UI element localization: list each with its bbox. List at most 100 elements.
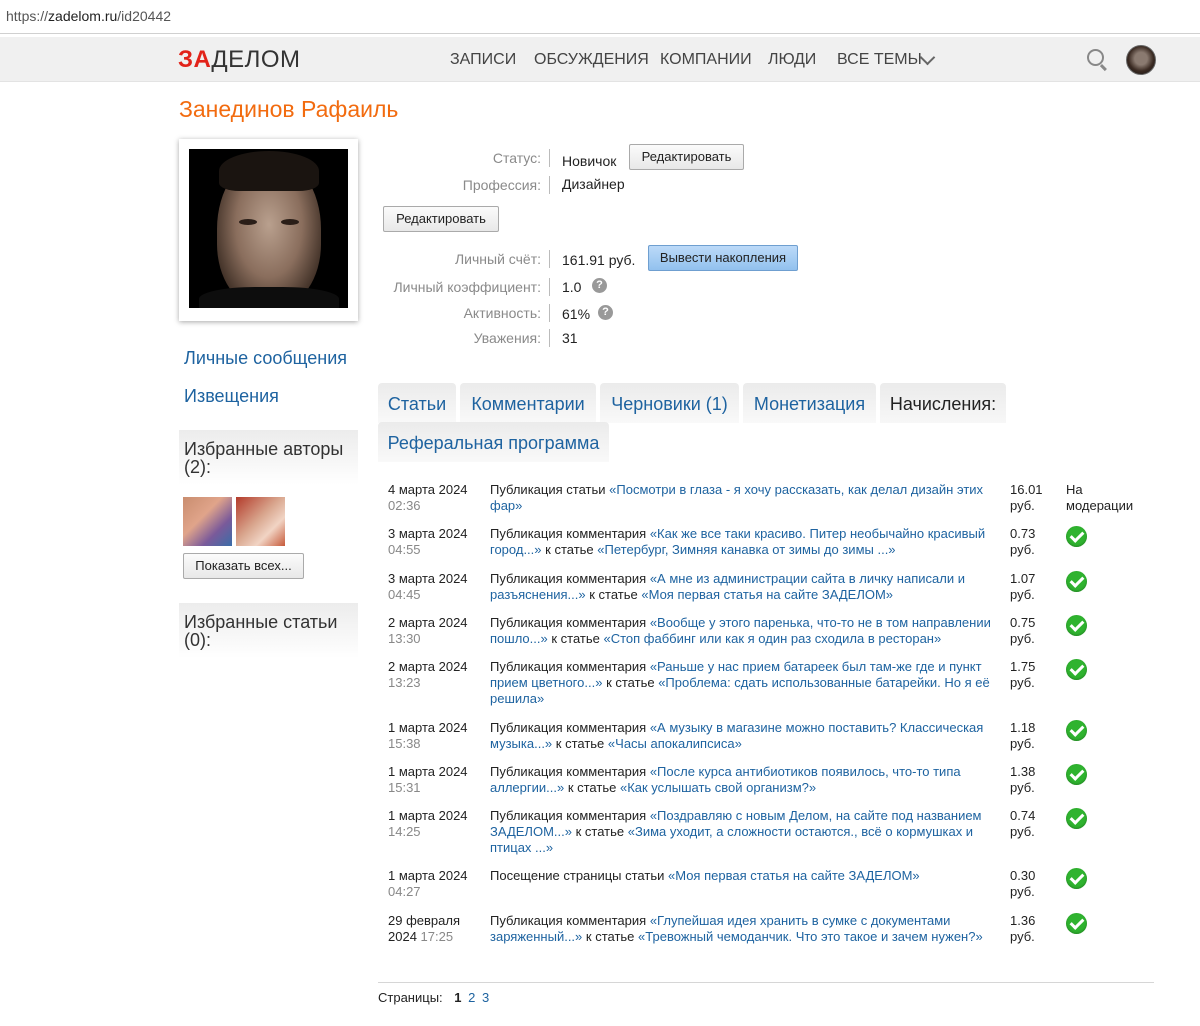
help-icon[interactable]: ? <box>598 305 613 320</box>
row-type: Публикация комментария <box>490 571 647 586</box>
row-date: 2 марта 2024 <box>388 659 468 674</box>
row-mid: к статье <box>545 542 594 557</box>
row-type: Публикация комментария <box>490 808 647 823</box>
row-mid: к статье <box>551 631 600 646</box>
help-icon[interactable]: ? <box>592 278 607 293</box>
check-icon <box>1066 571 1087 592</box>
profession-link[interactable]: Дизайнер <box>562 176 625 192</box>
check-icon <box>1066 659 1087 680</box>
row-article-link[interactable]: «Тревожный чемоданчик. Что это такое и з… <box>638 929 983 944</box>
row-type: Публикация статьи <box>490 482 606 497</box>
row-amount: 0.75 <box>1010 615 1036 630</box>
tab-drafts[interactable]: Черновики (1) <box>600 383 739 423</box>
row-time: 04:27 <box>388 884 421 899</box>
status-label: Статус: <box>383 149 550 167</box>
withdraw-button[interactable]: Вывести накопления <box>648 245 798 271</box>
site-logo[interactable]: ЗАДЕЛОМ <box>178 46 301 74</box>
row-time: 04:55 <box>388 542 421 557</box>
row-unit: руб. <box>1010 587 1035 602</box>
row-amount: 1.07 <box>1010 571 1036 586</box>
nav-item-companies[interactable]: КОМПАНИИ <box>660 51 752 69</box>
author-avatar[interactable] <box>236 497 285 546</box>
check-icon <box>1066 808 1087 829</box>
row-amount: 1.75 <box>1010 659 1036 674</box>
row-time: 17:25 <box>420 929 454 944</box>
row-type: Публикация комментария <box>490 913 647 928</box>
url-text[interactable]: https://zadelom.ru/id20442 <box>6 8 171 24</box>
tab-monetization[interactable]: Монетизация <box>743 383 876 423</box>
status-value: Новичок <box>562 153 617 169</box>
row-type: Публикация комментария <box>490 659 647 674</box>
user-avatar[interactable] <box>1126 45 1156 75</box>
page-link-3[interactable]: 3 <box>482 990 489 1005</box>
row-type: Публикация комментария <box>490 720 647 735</box>
row-date: 2 марта 2024 <box>388 615 468 630</box>
row-unit: руб. <box>1010 824 1035 839</box>
row-date: 3 марта 2024 <box>388 526 468 541</box>
row-unit: руб. <box>1010 631 1035 646</box>
nav-item-people[interactable]: ЛЮДИ <box>768 51 816 69</box>
edit-profile-button[interactable]: Редактировать <box>383 206 499 232</box>
page-link-2[interactable]: 2 <box>468 990 475 1005</box>
row-time: 04:45 <box>388 587 421 602</box>
personal-messages-link[interactable]: Личные сообщения <box>184 348 347 369</box>
coefficient-label: Личный коэффициент: <box>383 278 550 296</box>
nav-item-all-topics[interactable]: ВСЕ ТЕМЫ <box>837 51 922 69</box>
respect-label: Уважения: <box>383 329 550 347</box>
row-mid: к статье <box>606 675 655 690</box>
row-amount: 1.36 <box>1010 913 1036 928</box>
row-date: 1 марта 2024 <box>388 808 468 823</box>
table-divider <box>378 982 1154 983</box>
activity-value: 61% <box>562 306 591 322</box>
row-type: Публикация комментария <box>490 764 647 779</box>
tab-articles[interactable]: Статьи <box>378 383 456 423</box>
row-unit: руб. <box>1010 780 1035 795</box>
notifications-link[interactable]: Извещения <box>184 386 279 407</box>
row-unit: руб. <box>1010 884 1035 899</box>
moderation-status: На модерации <box>1066 482 1134 513</box>
row-type: Посещение страницы статьи <box>490 868 665 883</box>
tab-referral-program[interactable]: Реферальная программа <box>378 422 609 462</box>
row-date: 4 марта 2024 <box>388 482 468 497</box>
row-type: Публикация комментария <box>490 615 647 630</box>
nav-item-discussions[interactable]: ОБСУЖДЕНИЯ <box>534 51 649 69</box>
edit-status-button[interactable]: Редактировать <box>629 144 744 170</box>
respect-value: 31 <box>562 330 578 346</box>
row-amount: 16.01 <box>1010 482 1043 497</box>
favorite-articles-box: Избранные статьи (0): <box>179 603 358 658</box>
row-date: 1 марта 2024 <box>388 868 468 883</box>
row-article-link[interactable]: «Петербург, Зимняя канавка от зимы до зи… <box>597 542 895 557</box>
row-article-link[interactable]: «Моя первая статья на сайте ЗАДЕЛОМ» <box>641 587 893 602</box>
pagination-label: Страницы: <box>378 990 443 1005</box>
row-type: Публикация комментария <box>490 526 647 541</box>
browser-url-bar[interactable]: https://zadelom.ru/id20442 <box>0 0 1200 34</box>
author-avatar[interactable] <box>183 497 232 546</box>
row-time: 14:25 <box>388 824 421 839</box>
row-unit: руб. <box>1010 736 1035 751</box>
top-nav: ЗАДЕЛОМ ЗАПИСИ ОБСУЖДЕНИЯ КОМПАНИИ ЛЮДИ … <box>0 37 1200 82</box>
favorite-authors-box: Избранные авторы (2): <box>179 430 358 485</box>
coefficient-value: 1.0 <box>562 279 582 295</box>
check-icon <box>1066 913 1087 934</box>
page-current: 1 <box>454 990 462 1005</box>
row-date: 1 марта 2024 <box>388 764 468 779</box>
row-article-link[interactable]: «Как услышать свой организм?» <box>620 780 816 795</box>
row-time: 13:30 <box>388 631 421 646</box>
row-time: 02:36 <box>388 498 421 513</box>
row-unit: руб. <box>1010 929 1035 944</box>
profession-label: Профессия: <box>383 176 550 194</box>
row-article-link[interactable]: «Часы апокалипсиса» <box>608 736 742 751</box>
row-article-link[interactable]: «Стоп фаббинг или как я один раз сходила… <box>604 631 942 646</box>
tab-accruals[interactable]: Начисления: <box>880 383 1006 423</box>
show-all-authors-button[interactable]: Показать всех... <box>183 553 304 579</box>
nav-item-posts[interactable]: ЗАПИСИ <box>450 51 516 69</box>
row-amount: 1.38 <box>1010 764 1036 779</box>
favorite-articles-title: Избранные статьи (0): <box>184 612 338 650</box>
row-link[interactable]: «Моя первая статья на сайте ЗАДЕЛОМ» <box>668 868 920 883</box>
chevron-down-icon[interactable] <box>919 49 936 66</box>
pagination: Страницы: 1 2 3 <box>378 990 489 1005</box>
check-icon <box>1066 764 1087 785</box>
search-icon[interactable] <box>1087 49 1104 66</box>
tab-comments[interactable]: Комментарии <box>460 383 596 423</box>
favorite-authors-title: Избранные авторы (2): <box>184 439 344 477</box>
